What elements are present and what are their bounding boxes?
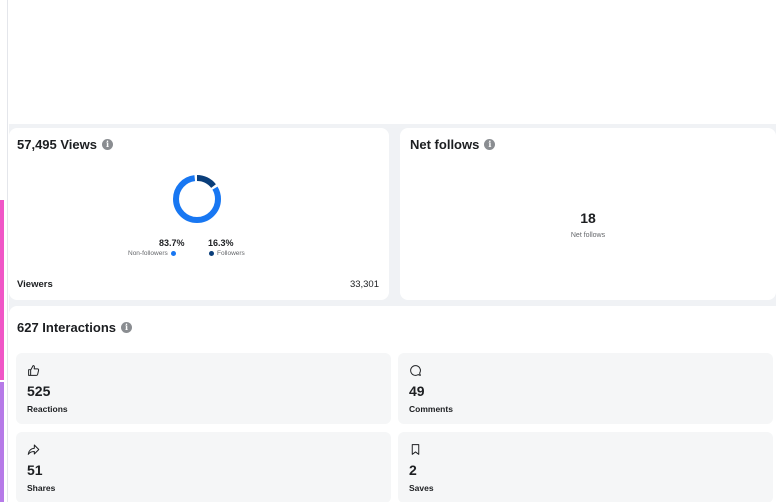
reactions-metric: 525 Reactions (16, 353, 391, 424)
views-title: 57,495 Views i (17, 137, 113, 152)
net-follows-caption: Net follows (570, 232, 606, 239)
reactions-label: Reactions (27, 404, 68, 414)
navy-dot-icon (209, 251, 214, 256)
info-icon[interactable]: i (121, 322, 132, 333)
saves-value: 2 (409, 462, 417, 478)
blue-dot-icon (170, 251, 176, 256)
legend-non-followers-label: Non-followers (128, 250, 168, 257)
comments-label: Comments (409, 404, 453, 414)
net-follows-title-text: Net follows (410, 137, 480, 152)
viewers-value: 33,301 (349, 279, 379, 290)
interactions-card: 627 Interactions i 525 Reactions 49 Comm… (9, 306, 776, 502)
views-donut-chart (172, 174, 222, 224)
thumbs-up-icon (28, 365, 40, 376)
shares-label: Shares (27, 483, 56, 493)
reactions-value: 525 (27, 383, 51, 399)
info-icon[interactable]: i (484, 139, 496, 150)
share-icon (27, 444, 40, 455)
views-title-text: 57,495 Views (17, 137, 97, 152)
net-follows-value: 18 (580, 210, 596, 226)
net-follows-card: Net follows i 18 Net follows (400, 128, 776, 300)
comment-icon (410, 365, 421, 376)
views-card: 57,495 Views i 83.7% 16.3% Non-followers… (9, 128, 389, 300)
shares-metric: 51 Shares (16, 432, 391, 502)
interactions-title-text: 627 Interactions (17, 320, 116, 335)
saves-metric: 2 Saves (398, 432, 773, 502)
info-icon[interactable]: i (102, 139, 113, 150)
accent-stripe-pink (0, 200, 4, 380)
followers-percent: 16.3% (208, 238, 234, 248)
comments-metric: 49 Comments (398, 353, 773, 424)
legend-non-followers: Non-followers (128, 250, 176, 257)
saves-label: Saves (409, 483, 434, 493)
comments-value: 49 (409, 383, 425, 399)
bookmark-icon (411, 444, 420, 455)
interactions-title: 627 Interactions i (17, 320, 132, 335)
viewers-label: Viewers (17, 279, 53, 290)
net-follows-title: Net follows i (410, 137, 496, 152)
non-followers-percent: 83.7% (159, 238, 185, 248)
accent-stripe-purple (0, 382, 4, 502)
legend-followers-label: Followers (217, 250, 245, 257)
shares-value: 51 (27, 462, 43, 478)
legend-followers: Followers (209, 250, 245, 257)
